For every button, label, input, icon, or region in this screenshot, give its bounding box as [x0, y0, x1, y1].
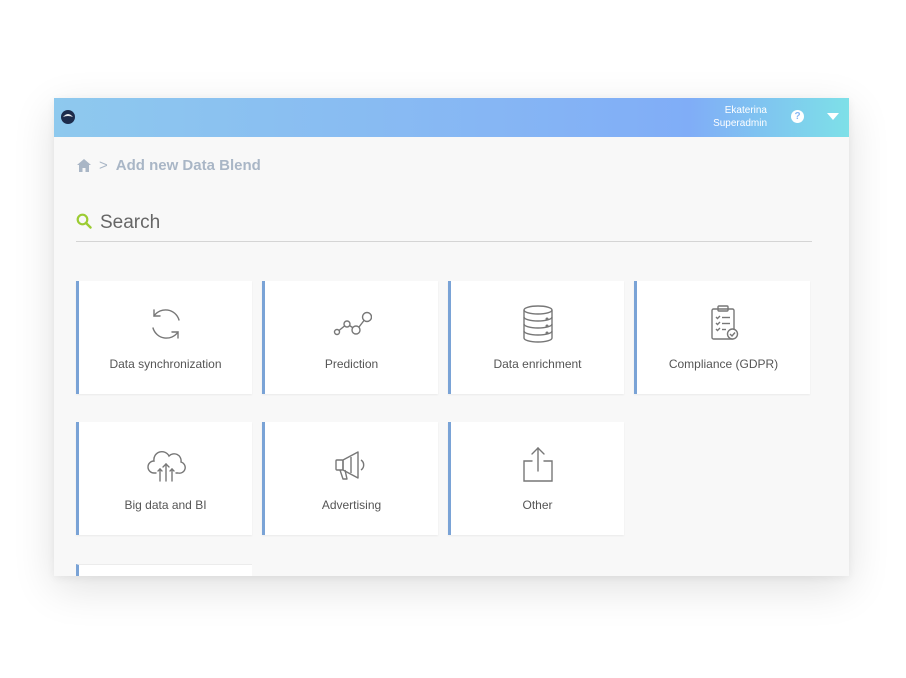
- user-role: Superadmin: [713, 118, 767, 129]
- category-label: Data enrichment: [493, 357, 582, 371]
- category-card-data-synchronization[interactable]: Data synchronization: [76, 281, 252, 394]
- category-label: Data synchronization: [109, 357, 222, 371]
- megaphone-icon: [334, 451, 364, 480]
- sync-icon: [151, 309, 180, 339]
- category-label: Other: [522, 498, 553, 512]
- category-card-data-enrichment[interactable]: Data enrichment: [448, 281, 624, 394]
- user-menu[interactable]: Ekaterina Superadmin: [713, 104, 767, 130]
- app-window: Ekaterina Superadmin ? > Add new Data Bl…: [54, 98, 849, 576]
- database-icon: [522, 305, 553, 343]
- clipboard-check-icon: [710, 305, 738, 340]
- category-card-other[interactable]: Other: [448, 422, 624, 535]
- category-card-partial[interactable]: [76, 564, 252, 576]
- prediction-icon: [333, 311, 372, 336]
- page-title: Add new Data Blend: [115, 157, 261, 174]
- home-icon[interactable]: [77, 159, 91, 172]
- breadcrumb-separator: >: [99, 157, 108, 174]
- category-card-compliance-gdpr[interactable]: Compliance (GDPR): [634, 281, 810, 394]
- category-card-advertising[interactable]: Advertising: [262, 422, 438, 535]
- breadcrumb: > Add new Data Blend: [77, 157, 261, 174]
- category-card-prediction[interactable]: Prediction: [262, 281, 438, 394]
- caret-down-icon[interactable]: [827, 113, 839, 120]
- category-label: Advertising: [321, 498, 382, 512]
- top-bar: Ekaterina Superadmin ?: [54, 98, 849, 137]
- share-icon: [522, 447, 553, 482]
- cloud-upload-icon: [146, 450, 186, 482]
- category-card-big-data-and-bi[interactable]: Big data and BI: [76, 422, 252, 535]
- category-label: Big data and BI: [124, 498, 207, 512]
- category-label: Prediction: [324, 357, 379, 371]
- category-label: Compliance (GDPR): [668, 357, 779, 371]
- search-input[interactable]: [100, 209, 800, 237]
- search-icon: [76, 213, 92, 229]
- user-name: Ekaterina: [724, 105, 767, 116]
- help-icon[interactable]: ?: [791, 110, 804, 123]
- search-bar: [76, 209, 812, 242]
- logo-icon[interactable]: [60, 109, 76, 125]
